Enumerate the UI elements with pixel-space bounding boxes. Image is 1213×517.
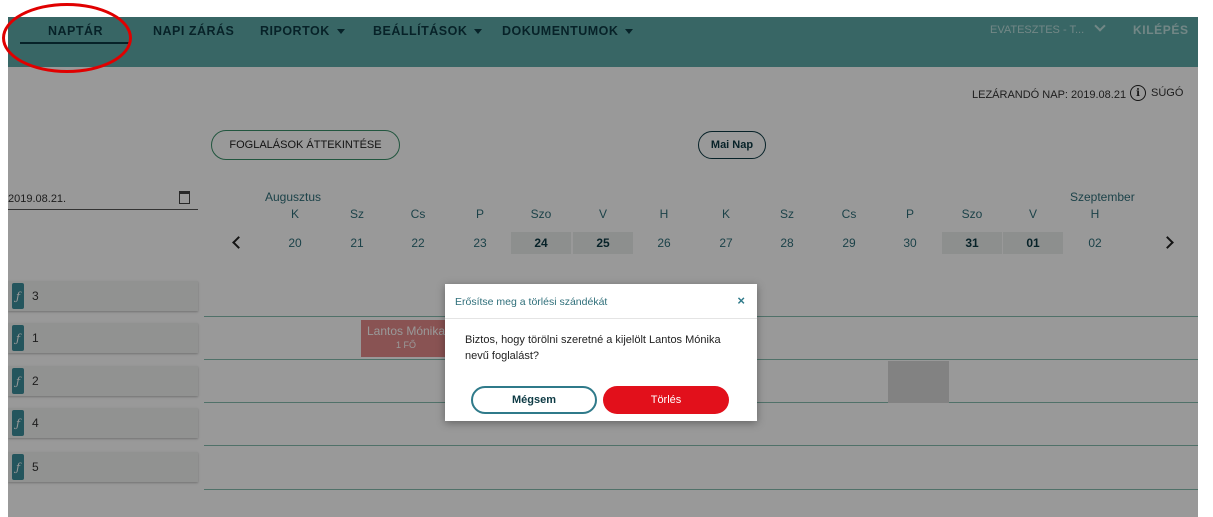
- confirm-delete-dialog: Erősítse meg a törlési szándékát × Bizto…: [445, 284, 757, 421]
- dialog-header: Erősítse meg a törlési szándékát ×: [445, 284, 757, 319]
- red-annotation-circle: [2, 3, 132, 73]
- dialog-title: Erősítse meg a törlési szándékát: [455, 296, 608, 308]
- cancel-button[interactable]: Mégsem: [471, 386, 597, 414]
- dialog-message: Biztos, hogy törölni szeretné a kijelölt…: [465, 334, 721, 362]
- page: NAPTÁR NAPI ZÁRÁS RIPORTOK BEÁLLÍTÁSOK D…: [8, 17, 1198, 517]
- delete-button[interactable]: Törlés: [603, 386, 729, 414]
- close-icon[interactable]: ×: [737, 293, 745, 308]
- modal-backdrop[interactable]: [8, 17, 1198, 517]
